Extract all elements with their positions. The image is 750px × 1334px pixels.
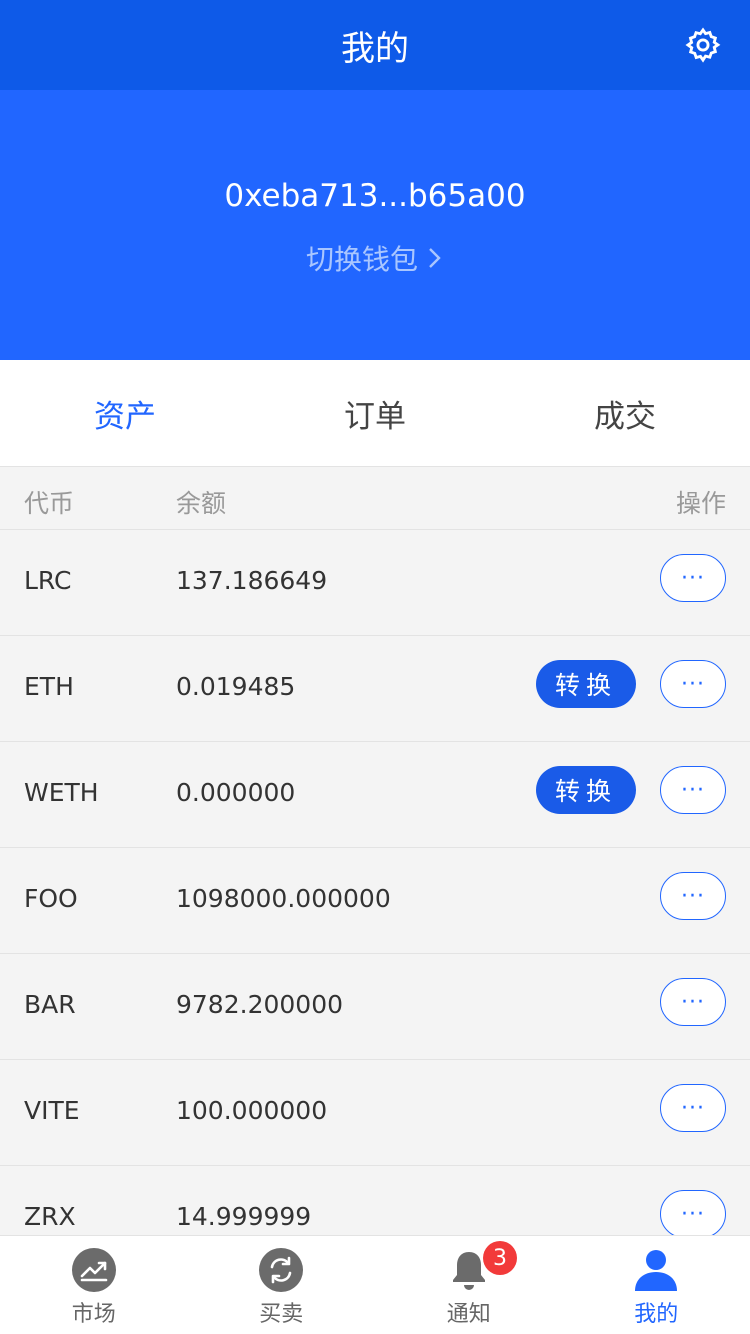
table-row: BAR 9782.200000 ··· — [0, 954, 750, 1060]
tabbar-label: 买卖 — [259, 1302, 304, 1327]
token-symbol: VITE — [24, 1096, 80, 1125]
more-button[interactable]: ··· — [660, 766, 726, 814]
more-button[interactable]: ··· — [660, 1084, 726, 1132]
nav-bar: 我的 — [0, 0, 750, 90]
token-symbol: WETH — [24, 778, 99, 807]
header-action: 操作 — [675, 489, 726, 518]
token-balance: 137.186649 — [176, 566, 328, 595]
convert-button[interactable]: 转换 — [536, 766, 636, 814]
token-symbol: FOO — [24, 884, 78, 913]
convert-button[interactable]: 转换 — [536, 660, 636, 708]
table-row: ETH 0.019485 转换 ··· — [0, 636, 750, 742]
token-balance: 100.000000 — [176, 1096, 328, 1125]
tabbar-label: 市场 — [71, 1302, 116, 1327]
more-button[interactable]: ··· — [660, 872, 726, 920]
token-balance: 0.019485 — [176, 672, 296, 701]
gear-icon[interactable] — [684, 26, 722, 64]
tabbar-label: 我的 — [634, 1302, 679, 1327]
token-balance: 14.999999 — [176, 1202, 312, 1231]
table-header: 代币 余额 操作 — [0, 467, 750, 530]
tab-orders[interactable]: 订单 — [250, 360, 500, 466]
header-balance: 余额 — [176, 489, 227, 518]
page-title: 我的 — [341, 28, 409, 69]
tab-bar-top: 资产 订单 成交 — [0, 360, 750, 467]
tabbar-item-notifications[interactable]: 3 通知 — [375, 1236, 563, 1334]
wallet-banner: 0xeba713...b65a00 切换钱包 — [0, 90, 750, 360]
exchange-icon — [259, 1248, 304, 1292]
notification-badge: 3 — [483, 1241, 517, 1275]
more-button[interactable]: ··· — [660, 554, 726, 602]
user-icon — [635, 1250, 678, 1291]
table-row: LRC 137.186649 ··· — [0, 530, 750, 636]
asset-list: LRC 137.186649 ··· ETH 0.019485 转换 ··· W… — [0, 530, 750, 1272]
bottom-tab-bar: 市场 买卖 3 通知 我的 — [0, 1235, 750, 1334]
token-symbol: BAR — [24, 990, 76, 1019]
tabbar-item-mine[interactable]: 我的 — [563, 1236, 750, 1334]
token-balance: 1098000.000000 — [176, 884, 391, 913]
switch-wallet-link[interactable]: 切换钱包 — [0, 238, 750, 278]
tab-assets[interactable]: 资产 — [0, 360, 250, 466]
token-symbol: ZRX — [24, 1202, 76, 1231]
table-row: FOO 1098000.000000 ··· — [0, 848, 750, 954]
market-chart-icon — [71, 1248, 116, 1292]
tab-trades[interactable]: 成交 — [500, 360, 750, 466]
table-row: VITE 100.000000 ··· — [0, 1060, 750, 1166]
token-symbol: LRC — [24, 566, 72, 595]
tabbar-label: 通知 — [446, 1302, 491, 1327]
more-button[interactable]: ··· — [660, 660, 726, 708]
tabbar-item-trade[interactable]: 买卖 — [188, 1236, 376, 1334]
token-balance: 0.000000 — [176, 778, 296, 807]
table-row: WETH 0.000000 转换 ··· — [0, 742, 750, 848]
wallet-address: 0xeba713...b65a00 — [224, 178, 526, 214]
header-token: 代币 — [24, 489, 75, 518]
token-balance: 9782.200000 — [176, 990, 344, 1019]
switch-wallet-label: 切换钱包 — [305, 243, 418, 276]
token-symbol: ETH — [24, 672, 74, 701]
chevron-right-icon — [429, 248, 441, 268]
more-button[interactable]: ··· — [660, 1190, 726, 1238]
more-button[interactable]: ··· — [660, 978, 726, 1026]
tabbar-item-market[interactable]: 市场 — [0, 1236, 188, 1334]
